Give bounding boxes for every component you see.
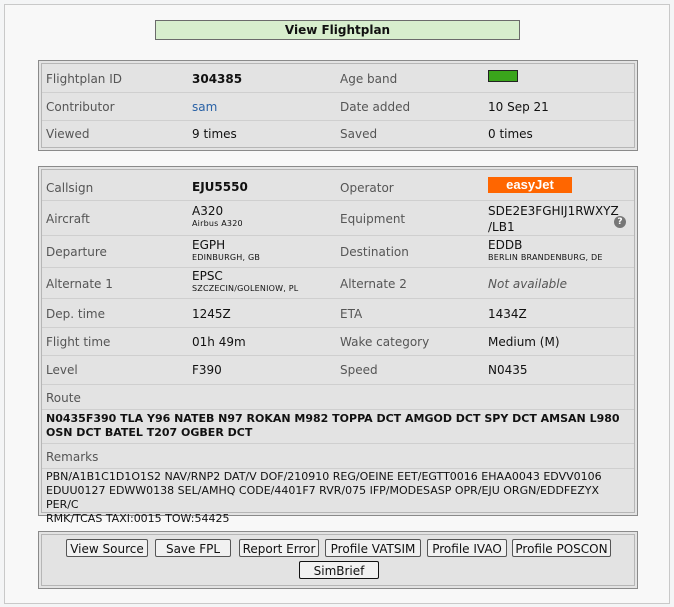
row-level: Level F390 Speed N0435 [42, 355, 634, 385]
row-route: N0435F390 TLA Y96 NATEB N97 ROKAN M982 T… [42, 409, 634, 444]
question-circle-icon[interactable]: ? [614, 216, 626, 228]
wake-category-value: Medium (M) [488, 335, 560, 349]
alternate1-name: SZCZECIN/GOLENIOW, PL [192, 284, 299, 293]
age-band-swatch [488, 70, 518, 82]
row-remarks-label: Remarks [42, 443, 634, 469]
route-line2: OSN DCT BATEL T207 OGBER DCT [46, 426, 253, 439]
speed-value: N0435 [488, 363, 528, 377]
date-added-label: Date added [340, 100, 411, 114]
equipment-value: SDE2E3FGHIJ1RWXYZ /LB1 [488, 203, 619, 235]
operator-logo: easyJet [488, 177, 572, 193]
route-label: Route [46, 391, 81, 405]
row-flight-time: Flight time 01h 49m Wake category Medium… [42, 327, 634, 356]
destination-label: Destination [340, 245, 409, 259]
actions-panel: View Source Save FPL Report Error Profil… [38, 531, 638, 589]
row-route-label: Route [42, 384, 634, 410]
contributor-link[interactable]: sam [192, 100, 217, 114]
wake-category-label: Wake category [340, 335, 430, 349]
route-text: N0435F390 TLA Y96 NATEB N97 ROKAN M982 T… [46, 412, 628, 440]
viewed-value: 9 times [192, 127, 237, 141]
contributor-label: Contributor [46, 100, 115, 114]
profile-ivao-button[interactable]: Profile IVAO [427, 539, 507, 557]
page-title: View Flightplan [155, 20, 520, 40]
departure-label: Departure [46, 245, 107, 259]
eta-value: 1434Z [488, 307, 527, 321]
summary-row-viewed: Viewed 9 times Saved 0 times [42, 120, 634, 147]
alternate1-value: EPSC SZCZECIN/GOLENIOW, PL [192, 269, 298, 293]
equipment-line2: /LB1 [488, 220, 515, 234]
row-remarks: PBN/A1B1C1D1O1S2 NAV/RNP2 DAT/V DOF/2109… [42, 468, 634, 525]
departure-value: EGPH EDINBURGH, GB [192, 238, 260, 262]
callsign-value: EJU5550 [192, 180, 248, 194]
report-error-button[interactable]: Report Error [239, 539, 319, 557]
row-alternates: Alternate 1 EPSC SZCZECIN/GOLENIOW, PL A… [42, 267, 634, 299]
details-panel: Callsign EJU5550 Operator easyJet Aircra… [38, 166, 638, 525]
level-value: F390 [192, 363, 222, 377]
profile-poscon-button[interactable]: Profile POSCON [512, 539, 611, 557]
easyjet-logo: easyJet [488, 177, 572, 193]
dep-time-value: 1245Z [192, 307, 231, 321]
dep-time-label: Dep. time [46, 307, 105, 321]
remarks-label: Remarks [46, 450, 99, 464]
summary-row-id: Flightplan ID 304385 Age band [42, 64, 634, 93]
age-band-label: Age band [340, 72, 398, 86]
row-times: Dep. time 1245Z ETA 1434Z [42, 298, 634, 328]
flightplan-id-label: Flightplan ID [46, 72, 123, 86]
saved-value: 0 times [488, 127, 533, 141]
alternate2-value: Not available [488, 277, 568, 291]
alternate2-label: Alternate 2 [340, 277, 407, 291]
aircraft-code: A320 [192, 204, 224, 218]
aircraft-label: Aircraft [46, 212, 90, 226]
row-aircraft: Aircraft A320 Airbus A320 Equipment SDE2… [42, 200, 634, 236]
callsign-label: Callsign [46, 181, 94, 195]
equipment-line1: SDE2E3FGHIJ1RWXYZ [488, 204, 619, 218]
remarks-line3: RMK/TCAS TAXI:0015 TOW:54425 [46, 512, 230, 525]
remarks-text: PBN/A1B1C1D1O1S2 NAV/RNP2 DAT/V DOF/2109… [46, 470, 628, 526]
date-added-value: 10 Sep 21 [488, 100, 549, 114]
operator-label: Operator [340, 181, 394, 195]
save-fpl-button[interactable]: Save FPL [155, 539, 231, 557]
alternate1-code: EPSC [192, 269, 223, 283]
viewed-label: Viewed [46, 127, 90, 141]
eta-label: ETA [340, 307, 363, 321]
row-departure: Departure EGPH EDINBURGH, GB Destination… [42, 235, 634, 268]
row-callsign: Callsign EJU5550 Operator easyJet [42, 170, 634, 201]
remarks-line2: EDUU0127 EDWW0138 SEL/AMHQ CODE/4401F7 R… [46, 484, 599, 511]
departure-name: EDINBURGH, GB [192, 253, 261, 262]
equipment-label: Equipment [340, 212, 406, 226]
destination-name: BERLIN BRANDENBURG, DE [488, 253, 603, 262]
alternate1-label: Alternate 1 [46, 277, 113, 291]
aircraft-value: A320 Airbus A320 [192, 204, 243, 228]
remarks-line1: PBN/A1B1C1D1O1S2 NAV/RNP2 DAT/V DOF/2109… [46, 470, 602, 483]
profile-vatsim-button[interactable]: Profile VATSIM [325, 539, 421, 557]
age-band-indicator [488, 70, 518, 85]
saved-label: Saved [340, 127, 378, 141]
level-label: Level [46, 363, 78, 377]
flight-time-value: 01h 49m [192, 335, 246, 349]
flightplan-id-value: 304385 [192, 72, 243, 86]
simbrief-button[interactable]: SimBrief [299, 561, 379, 579]
speed-label: Speed [340, 363, 378, 377]
departure-code: EGPH [192, 238, 226, 252]
destination-code: EDDB [488, 238, 523, 252]
flight-time-label: Flight time [46, 335, 111, 349]
destination-value: EDDB BERLIN BRANDENBURG, DE [488, 238, 603, 262]
summary-panel: Flightplan ID 304385 Age band Contributo… [38, 60, 638, 151]
aircraft-name: Airbus A320 [192, 219, 243, 228]
route-line1: N0435F390 TLA Y96 NATEB N97 ROKAN M982 T… [46, 412, 620, 425]
summary-row-contributor: Contributor sam Date added 10 Sep 21 [42, 92, 634, 121]
view-source-button[interactable]: View Source [66, 539, 148, 557]
